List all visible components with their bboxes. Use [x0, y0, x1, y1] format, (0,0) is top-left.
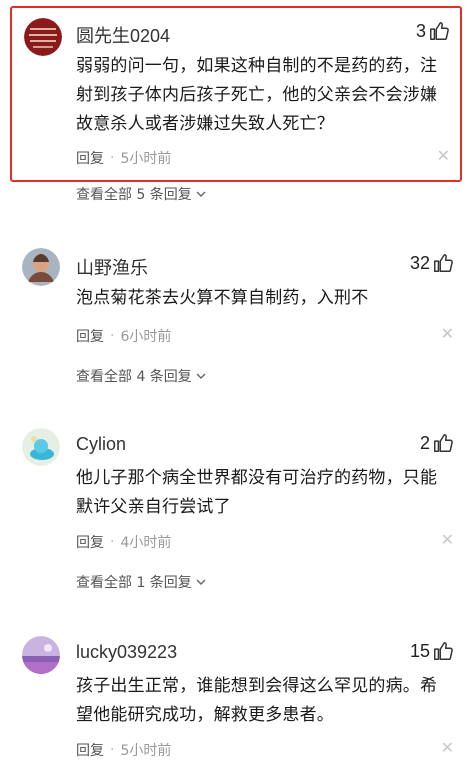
view-all-replies[interactable]: 查看全部 5 条回复	[76, 184, 207, 204]
avatar-image	[22, 636, 60, 674]
timestamp: 5小时前	[120, 743, 172, 759]
like-count: 15	[409, 640, 430, 661]
separator-dot: ·	[110, 150, 115, 166]
chevron-down-icon	[196, 191, 206, 197]
view-all-replies[interactable]: 查看全部 1 条回复	[76, 572, 207, 592]
comment-text: 泡点菊花茶去火算不算自制药，入刑不	[76, 288, 369, 308]
reply-button[interactable]: 回复	[76, 740, 104, 760]
comment-meta: 回复 · 6小时前	[76, 326, 171, 346]
username[interactable]: lucky039223	[76, 642, 177, 663]
view-all-replies-label: 查看全部 1 条回复	[76, 575, 192, 591]
comment-meta: 回复 · 4小时前	[76, 532, 171, 552]
like-button[interactable]: 32	[410, 252, 454, 274]
like-count: 3	[415, 20, 426, 41]
separator-dot: ·	[110, 328, 115, 344]
avatar[interactable]	[24, 18, 62, 56]
comment-item: lucky039223 15 孩子出生正常，谁能想到会得这么罕见的病。希望他能研…	[0, 632, 472, 772]
reply-button[interactable]: 回复	[76, 532, 104, 552]
comment-text: 孩子出生正常，谁能想到会得这么罕见的病。希望他能研究成功，解救更多患者。	[76, 676, 438, 725]
comment-list: 圆先生0204 3 弱弱的问一句，如果这种自制的不是药的药，注射到孩子体内后孩子…	[0, 0, 472, 780]
view-all-replies-label: 查看全部 5 条回复	[76, 187, 192, 203]
comment-text: 他儿子那个病全世界都没有可治疗的药物，只能默许父亲自行尝试了	[76, 468, 438, 517]
username[interactable]: 山野渔乐	[76, 254, 148, 280]
like-button[interactable]: 3	[416, 20, 450, 42]
avatar[interactable]	[22, 428, 60, 466]
chevron-down-icon	[196, 579, 206, 585]
close-icon[interactable]: ✕	[441, 530, 454, 549]
view-all-replies[interactable]: 查看全部 4 条回复	[76, 366, 207, 386]
comment-item: Cylion 2 他儿子那个病全世界都没有可治疗的药物，只能默许父亲自行尝试了 …	[0, 424, 472, 600]
timestamp: 6小时前	[120, 329, 172, 345]
comment-meta: 回复 · 5小时前	[76, 148, 171, 168]
comment-meta: 回复 · 5小时前	[76, 740, 171, 760]
avatar-image	[22, 428, 60, 466]
close-icon[interactable]: ✕	[441, 324, 454, 343]
timestamp: 5小时前	[120, 151, 172, 167]
reply-button[interactable]: 回复	[76, 148, 104, 168]
thumbs-up-icon	[434, 254, 453, 272]
separator-dot: ·	[110, 742, 115, 758]
like-button[interactable]: 2	[420, 432, 454, 454]
comment-item-highlighted: 圆先生0204 3 弱弱的问一句，如果这种自制的不是药的药，注射到孩子体内后孩子…	[10, 6, 462, 182]
username[interactable]: 圆先生0204	[76, 22, 170, 48]
timestamp: 4小时前	[120, 535, 172, 551]
chevron-down-icon	[196, 373, 206, 379]
close-icon[interactable]: ✕	[437, 146, 450, 165]
like-count: 32	[409, 252, 430, 273]
close-icon[interactable]: ✕	[441, 738, 454, 757]
comment-item: 山野渔乐 32 泡点菊花茶去火算不算自制药，入刑不 回复 · 6小时前 ✕ 查看…	[0, 244, 472, 394]
separator-dot: ·	[110, 534, 115, 550]
like-count: 2	[419, 432, 430, 453]
like-button[interactable]: 15	[410, 640, 454, 662]
view-all-replies-label: 查看全部 4 条回复	[76, 369, 192, 385]
avatar[interactable]	[22, 248, 60, 286]
thumbs-up-icon	[434, 434, 453, 452]
avatar-image	[24, 18, 62, 56]
reply-button[interactable]: 回复	[76, 326, 104, 346]
avatar-image	[22, 248, 60, 286]
avatar[interactable]	[22, 636, 60, 674]
thumbs-up-icon	[434, 642, 453, 660]
comment-text: 弱弱的问一句，如果这种自制的不是药的药，注射到孩子体内后孩子死亡，他的父亲会不会…	[76, 56, 438, 134]
username[interactable]: Cylion	[76, 434, 126, 455]
thumbs-up-icon	[430, 22, 449, 40]
